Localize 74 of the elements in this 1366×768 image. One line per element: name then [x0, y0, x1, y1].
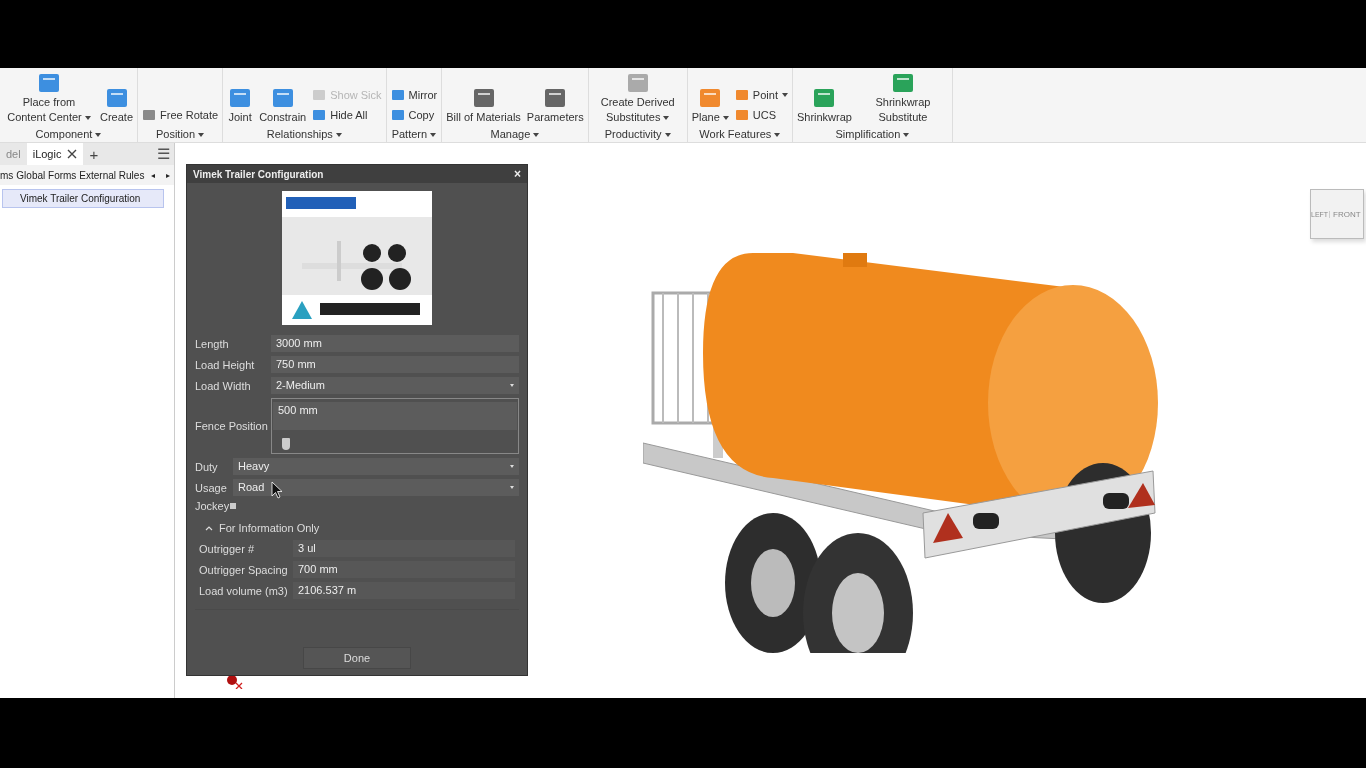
group-title: For Information Only — [219, 522, 320, 534]
group-label[interactable]: Position — [142, 126, 219, 142]
tool-icon — [734, 88, 749, 102]
ribbon-button[interactable]: Constrain — [259, 86, 307, 126]
form-tab[interactable]: ms — [0, 169, 14, 181]
scroll-right-button[interactable]: ▸ — [162, 170, 175, 180]
menu-button[interactable]: ☰ — [157, 145, 174, 163]
form-tab[interactable]: External Rules — [79, 169, 145, 181]
close-button[interactable]: × — [514, 167, 521, 181]
input-field[interactable]: 750 mm — [271, 356, 519, 373]
ribbon-button[interactable]: Joint — [227, 86, 254, 126]
tool-icon — [142, 108, 157, 122]
close-icon[interactable] — [67, 149, 78, 159]
field-label: Outrigger Spacing — [199, 563, 289, 576]
dropdown[interactable]: Heavy — [233, 458, 519, 475]
panel-tab[interactable]: iLogic — [26, 143, 84, 165]
ribbon-button[interactable]: Copy — [390, 108, 438, 122]
field-label: Load volume (m3) — [199, 584, 289, 597]
group-label[interactable]: Productivity — [592, 126, 683, 142]
tool-icon — [390, 88, 405, 102]
ribbon-button[interactable]: Parameters — [526, 86, 584, 126]
tool-icon — [312, 88, 327, 102]
caret-icon — [663, 116, 670, 121]
form-tab[interactable]: Global Forms — [16, 169, 77, 181]
input-field[interactable]: 3000 mm — [271, 335, 519, 352]
dropdown[interactable]: 2-Medium — [271, 377, 519, 394]
ribbon-button[interactable]: Mirror — [390, 88, 438, 102]
ribbon-button[interactable]: Shrinkwrap — [796, 86, 852, 126]
checkbox[interactable] — [230, 503, 237, 509]
ribbon-button[interactable]: Hide All — [312, 108, 382, 122]
field-label: Length — [195, 337, 230, 350]
caret-icon — [722, 116, 729, 121]
mouse-cursor-icon — [271, 481, 283, 499]
ribbon-button[interactable]: Free Rotate — [142, 108, 219, 122]
caret-icon — [781, 93, 788, 97]
caret-icon — [84, 116, 91, 121]
group-label[interactable]: Pattern — [390, 126, 438, 142]
origin-triad-icon — [227, 675, 243, 689]
field-label: Fence Position — [195, 420, 269, 432]
ribbon-button[interactable]: Create Derived Substitutes — [592, 71, 683, 126]
ribbon-button[interactable]: UCS — [734, 108, 788, 122]
input-field: 3 ul — [293, 540, 515, 557]
collapse-icon[interactable] — [205, 525, 213, 531]
group-label[interactable]: Relationships — [227, 126, 382, 142]
form-list-item[interactable]: Vimek Trailer Configuration — [2, 189, 164, 208]
slider-thumb[interactable] — [282, 438, 291, 450]
done-button[interactable]: Done — [303, 647, 411, 669]
group-label[interactable]: Simplification — [796, 126, 948, 142]
group-label[interactable]: Component — [4, 126, 134, 142]
dialog-title: Vimek Trailer Configuration — [193, 168, 324, 180]
ribbon-button[interactable]: Place from Content Center — [4, 71, 94, 126]
tool-icon — [36, 71, 62, 95]
group-label[interactable]: Work Features — [691, 126, 788, 142]
field-label: Load Height — [195, 358, 256, 371]
input-field[interactable]: 500 mm — [273, 402, 517, 430]
input-field: 700 mm — [293, 561, 515, 578]
field-label: Usage — [195, 481, 228, 494]
tool-icon — [734, 108, 749, 122]
ribbon-button[interactable]: Plane — [691, 86, 729, 126]
input-field: 2106.537 m — [293, 582, 515, 599]
add-tab-button[interactable]: + — [83, 145, 105, 163]
field-label: Duty — [195, 460, 219, 473]
ribbon-button[interactable]: Shrinkwrap Substitute — [857, 71, 948, 126]
dropdown[interactable]: Road — [233, 479, 519, 496]
ribbon-button[interactable]: Bill of Materials — [446, 86, 521, 126]
tool-icon — [390, 108, 405, 122]
ribbon-button[interactable]: Point — [734, 88, 788, 102]
group-label[interactable]: Manage — [446, 126, 584, 142]
ribbon-button[interactable]: Create — [100, 86, 134, 126]
scroll-left-button[interactable]: ◂ — [147, 170, 160, 180]
tool-icon — [312, 108, 327, 122]
field-label: Load Width — [195, 379, 252, 392]
field-label: Jockey — [195, 500, 230, 512]
field-label: Outrigger # — [199, 542, 256, 555]
